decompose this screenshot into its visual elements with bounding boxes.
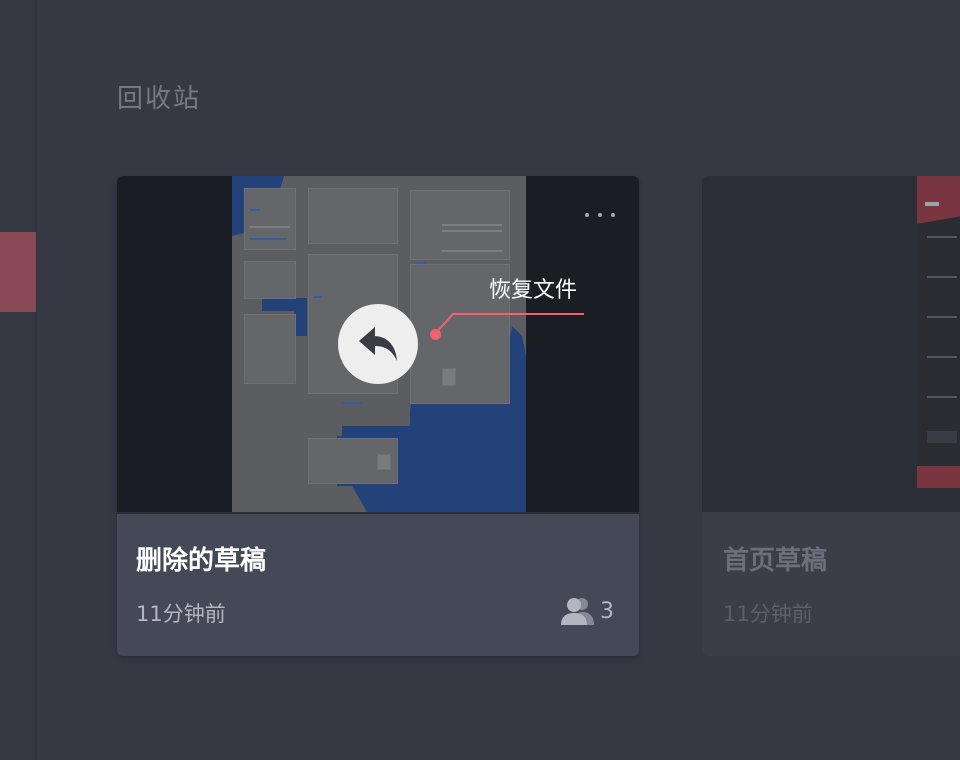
card-time: 11分钟前 (136, 602, 226, 626)
file-card[interactable]: 恢复文件 删除的草稿 11分钟前 3 (117, 176, 639, 656)
members-count: 3 (600, 598, 614, 624)
restore-button[interactable] (338, 304, 418, 384)
thumbnail-shapes (917, 176, 960, 488)
callout-line (434, 313, 584, 335)
file-thumbnail: 恢复文件 (117, 176, 639, 512)
users-icon (561, 598, 594, 625)
card-time: 11分钟前 (723, 602, 813, 626)
undo-arrow-icon (359, 327, 397, 361)
card-title: 删除的草稿 (136, 546, 267, 576)
thumbnail-preview (917, 176, 960, 488)
sidebar-active-item[interactable] (0, 232, 36, 312)
file-thumbnail (702, 176, 960, 512)
restore-file-label: 恢复文件 (489, 278, 578, 303)
callout-dot (430, 329, 441, 340)
file-card[interactable]: 首页草稿 11分钟前 (702, 176, 960, 656)
sidebar (0, 0, 37, 760)
members: 3 (560, 596, 614, 626)
card-title: 首页草稿 (723, 546, 828, 576)
divider (117, 512, 639, 514)
more-dots-icon[interactable] (585, 210, 615, 220)
page-title: 回收站 (117, 84, 202, 114)
